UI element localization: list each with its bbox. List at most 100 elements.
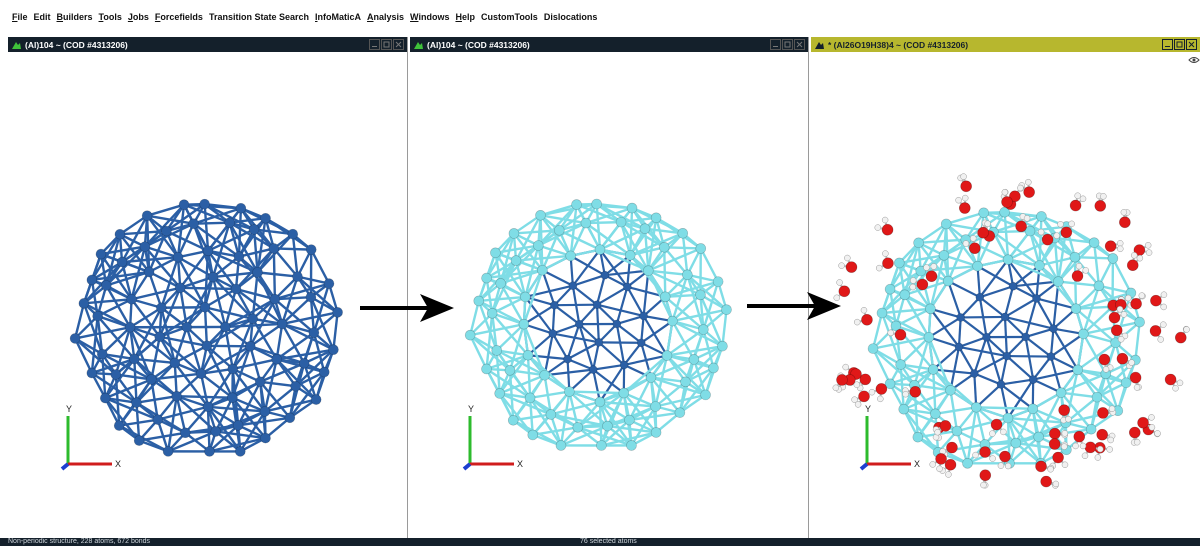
atom[interactable] (308, 327, 320, 338)
atom[interactable] (1070, 303, 1082, 315)
atom[interactable] (650, 212, 662, 224)
atom[interactable] (507, 415, 519, 426)
atom[interactable] (682, 269, 693, 281)
atom[interactable] (867, 343, 879, 354)
hydrogen-atom[interactable] (874, 224, 882, 231)
atom[interactable] (645, 372, 657, 383)
atom[interactable] (481, 272, 492, 284)
hydrogen-atom[interactable] (836, 279, 843, 286)
oxygen-atom[interactable] (1150, 294, 1162, 307)
atom[interactable] (244, 340, 256, 352)
viewport-3-titlebar[interactable]: * (Al26O19H38)4 ~ (COD #4313206) (811, 37, 1200, 52)
oxygen-atom[interactable] (958, 202, 971, 214)
atom[interactable] (69, 333, 81, 344)
atom[interactable] (195, 368, 207, 380)
atom[interactable] (940, 218, 952, 230)
atom[interactable] (522, 349, 534, 361)
hydrogen-atom[interactable] (1160, 291, 1168, 298)
oxygen-atom[interactable] (882, 257, 894, 270)
atom[interactable] (131, 397, 142, 408)
atom[interactable] (612, 319, 622, 329)
atom[interactable] (199, 301, 211, 313)
atom[interactable] (972, 260, 983, 272)
oxygen-atom[interactable] (1041, 233, 1054, 246)
oxygen-atom[interactable] (875, 383, 888, 395)
atom[interactable] (912, 431, 924, 443)
atom[interactable] (899, 289, 911, 301)
atom[interactable] (594, 396, 606, 408)
atom[interactable] (564, 386, 575, 397)
atom[interactable] (234, 446, 246, 457)
atom[interactable] (271, 354, 282, 365)
oxygen-atom[interactable] (1097, 407, 1109, 419)
atom[interactable] (269, 293, 281, 305)
oxygen-atom[interactable] (999, 450, 1011, 463)
atom[interactable] (923, 331, 935, 343)
atom[interactable] (884, 283, 896, 295)
atom[interactable] (510, 255, 522, 266)
atom[interactable] (1078, 328, 1089, 340)
menu-analysis[interactable]: Analysis (367, 12, 404, 22)
menu-builders[interactable]: Builders (57, 12, 93, 22)
menu-transition-state-search[interactable]: Transition State Search (209, 12, 309, 22)
atom[interactable] (650, 427, 662, 438)
hydrogen-atom[interactable] (1117, 336, 1125, 343)
atom[interactable] (571, 199, 582, 210)
atom[interactable] (139, 241, 151, 252)
hydrogen-atom[interactable] (844, 254, 851, 262)
atom[interactable] (602, 420, 613, 432)
atom[interactable] (650, 401, 661, 412)
atom[interactable] (970, 401, 982, 413)
atom[interactable] (938, 250, 950, 261)
hydrogen-atom[interactable] (1120, 209, 1128, 216)
atom[interactable] (201, 340, 213, 352)
oxygen-atom[interactable] (946, 441, 958, 454)
atom[interactable] (162, 446, 174, 457)
viewport-1[interactable]: (Al)104 ~ (COD #4313206) YX (8, 37, 408, 538)
oxygen-atom[interactable] (1110, 324, 1123, 337)
atom[interactable] (574, 319, 584, 329)
atom[interactable] (572, 422, 584, 433)
atom[interactable] (1032, 294, 1041, 303)
atom[interactable] (101, 280, 112, 291)
hydrogen-atom[interactable] (853, 318, 861, 326)
atom[interactable] (975, 292, 985, 302)
hydrogen-atom[interactable] (832, 384, 840, 392)
oxygen-atom[interactable] (1116, 352, 1129, 365)
atom[interactable] (996, 380, 1006, 389)
atom[interactable] (292, 271, 303, 282)
atom[interactable] (658, 242, 670, 253)
atom[interactable] (254, 376, 266, 388)
hydrogen-atom[interactable] (1130, 252, 1138, 259)
atom[interactable] (126, 293, 137, 305)
oxygen-atom[interactable] (1098, 353, 1111, 366)
hydrogen-atom[interactable] (1025, 178, 1032, 186)
hydrogen-atom[interactable] (1102, 366, 1110, 373)
oxygen-atom[interactable] (909, 386, 922, 398)
atom[interactable] (680, 376, 691, 388)
oxygen-atom[interactable] (1119, 216, 1131, 229)
hydrogen-atom[interactable] (989, 430, 996, 437)
atom[interactable] (927, 364, 939, 375)
atom[interactable] (207, 271, 219, 283)
atom[interactable] (248, 224, 260, 235)
atom[interactable] (539, 369, 550, 381)
atom[interactable] (623, 282, 632, 292)
menu-windows[interactable]: Windows (410, 12, 449, 22)
atom[interactable] (188, 218, 199, 229)
atom[interactable] (323, 278, 335, 289)
molecule-view-al104[interactable]: YX (8, 52, 408, 538)
menu-forcefields[interactable]: Forcefields (155, 12, 203, 22)
atom[interactable] (518, 318, 530, 330)
hydrogen-atom[interactable] (851, 396, 858, 403)
oxygen-atom[interactable] (1084, 441, 1097, 454)
atom[interactable] (464, 329, 476, 341)
atom[interactable] (695, 243, 707, 254)
hydrogen-atom[interactable] (909, 283, 917, 291)
hydrogen-atom[interactable] (1125, 294, 1132, 302)
atom[interactable] (156, 302, 167, 314)
hydrogen-atom[interactable] (1023, 215, 1031, 222)
atom[interactable] (956, 313, 965, 322)
hydrogen-atom[interactable] (1047, 465, 1054, 473)
atom[interactable] (332, 307, 343, 318)
